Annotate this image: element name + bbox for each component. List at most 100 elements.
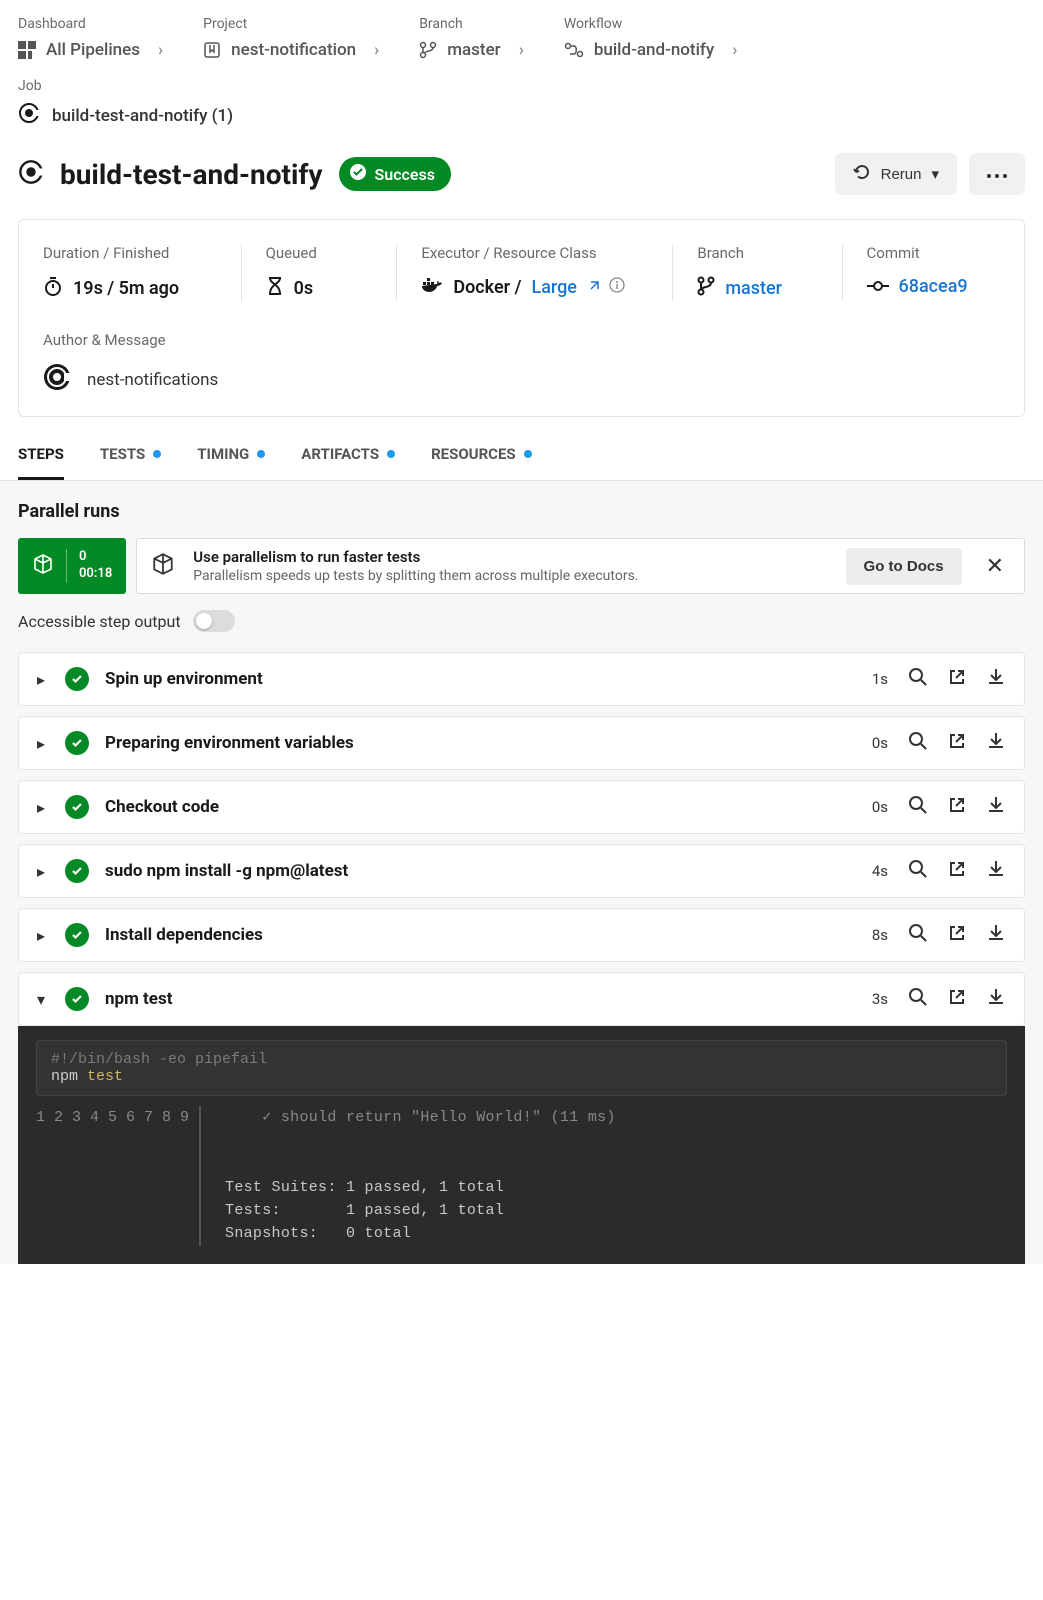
tab-tests[interactable]: TESTS xyxy=(100,445,161,480)
chevron-right-icon: ▸ xyxy=(37,798,49,817)
step-row[interactable]: ▸ Install dependencies 8s xyxy=(19,909,1024,961)
check-circle-icon xyxy=(65,859,89,883)
executor-value: Docker / xyxy=(453,277,521,298)
download-icon[interactable] xyxy=(986,923,1006,947)
queued-value: 0s xyxy=(294,278,314,299)
chevron-right-icon: ▸ xyxy=(37,862,49,881)
external-link-icon[interactable] xyxy=(948,796,966,818)
external-link-icon[interactable] xyxy=(948,924,966,946)
terminal-line-numbers: 1 2 3 4 5 6 7 8 9 xyxy=(36,1106,201,1246)
steps-list: ▸ Spin up environment 1s ▸ Preparing env… xyxy=(18,652,1025,1026)
external-link-icon[interactable] xyxy=(948,860,966,882)
more-button[interactable] xyxy=(969,153,1025,195)
step-row[interactable]: ▾ npm test 3s xyxy=(19,973,1024,1025)
terminal-output: ✓ should return "Hello World!" (11 ms) T… xyxy=(201,1106,616,1246)
step-name: Install dependencies xyxy=(105,925,856,945)
tip-title: Use parallelism to run faster tests xyxy=(193,548,827,566)
breadcrumb-branch[interactable]: master › xyxy=(419,40,524,60)
step-card: ▸ Preparing environment variables 0s xyxy=(18,716,1025,770)
check-circle-icon xyxy=(65,667,89,691)
indicator-dot-icon xyxy=(524,450,532,458)
job-status-icon xyxy=(18,159,44,189)
stopwatch-icon xyxy=(43,276,63,301)
breadcrumb-workflow[interactable]: build-and-notify › xyxy=(564,40,738,60)
step-row[interactable]: ▸ Spin up environment 1s xyxy=(19,653,1024,705)
tab-steps[interactable]: STEPS xyxy=(18,445,64,480)
close-icon: ✕ xyxy=(986,553,1004,578)
external-link-icon[interactable] xyxy=(948,732,966,754)
check-circle-icon xyxy=(65,731,89,755)
parallel-run-badge[interactable]: 0 00:18 xyxy=(18,538,126,594)
search-icon[interactable] xyxy=(908,987,928,1011)
download-icon[interactable] xyxy=(986,859,1006,883)
breadcrumb-label-project: Project xyxy=(203,16,379,32)
job-status-icon xyxy=(18,102,40,129)
indicator-dot-icon xyxy=(153,450,161,458)
download-icon[interactable] xyxy=(986,987,1006,1011)
external-link-icon[interactable] xyxy=(948,668,966,690)
tab-timing[interactable]: TIMING xyxy=(197,445,265,480)
step-card: ▸ Spin up environment 1s xyxy=(18,652,1025,706)
queued-label: Queued xyxy=(266,244,373,262)
external-link-icon[interactable] xyxy=(948,988,966,1010)
author-label: Author & Message xyxy=(43,331,1000,349)
search-icon[interactable] xyxy=(908,859,928,883)
job-name-line: build-test-and-notify (1) xyxy=(18,102,1025,129)
resource-class-link[interactable]: Large xyxy=(531,277,576,298)
step-row[interactable]: ▸ sudo npm install -g npm@latest 4s xyxy=(19,845,1024,897)
chevron-right-icon: ▸ xyxy=(37,734,49,753)
commit-link[interactable]: 68acea9 xyxy=(899,276,968,297)
search-icon[interactable] xyxy=(908,731,928,755)
refresh-icon xyxy=(853,163,871,185)
job-summary: Duration / Finished 19s / 5m ago Queued … xyxy=(18,219,1025,417)
step-duration: 0s xyxy=(872,734,888,752)
chevron-right-icon: ▸ xyxy=(37,926,49,945)
chevron-right-icon: › xyxy=(374,40,379,60)
step-row[interactable]: ▸ Checkout code 0s xyxy=(19,781,1024,833)
author-value: nest-notifications xyxy=(87,370,218,390)
step-card: ▾ npm test 3s xyxy=(18,972,1025,1026)
check-circle-icon xyxy=(65,987,89,1011)
rerun-button[interactable]: Rerun ▾ xyxy=(835,153,957,195)
chevron-right-icon: ▸ xyxy=(37,670,49,689)
tip-subtitle: Parallelism speeds up tests by splitting… xyxy=(193,568,827,584)
hourglass-icon xyxy=(266,276,284,301)
grid-icon xyxy=(18,41,36,59)
chevron-right-icon: › xyxy=(519,40,524,60)
branch-link[interactable]: master xyxy=(725,278,782,299)
cube-icon xyxy=(151,552,175,580)
breadcrumb-project[interactable]: nest-notification › xyxy=(203,40,379,60)
breadcrumb-label-dashboard: Dashboard xyxy=(18,16,163,32)
download-icon[interactable] xyxy=(986,731,1006,755)
tab-resources[interactable]: RESOURCES xyxy=(431,445,532,480)
caret-down-icon: ▾ xyxy=(931,165,939,183)
download-icon[interactable] xyxy=(986,795,1006,819)
go-to-docs-button[interactable]: Go to Docs xyxy=(846,548,962,585)
check-circle-icon xyxy=(65,795,89,819)
chevron-right-icon: › xyxy=(158,40,163,60)
step-name: Spin up environment xyxy=(105,669,856,689)
parallel-runs-title: Parallel runs xyxy=(18,501,1025,522)
accessible-output-toggle[interactable] xyxy=(193,610,235,632)
step-duration: 3s xyxy=(872,990,888,1008)
step-name: Checkout code xyxy=(105,797,856,817)
executor-label: Executor / Resource Class xyxy=(421,244,648,262)
search-icon[interactable] xyxy=(908,667,928,691)
branch-icon xyxy=(419,41,437,59)
duration-label: Duration / Finished xyxy=(43,244,217,262)
step-row[interactable]: ▸ Preparing environment variables 0s xyxy=(19,717,1024,769)
step-name: npm test xyxy=(105,989,856,1009)
close-tip-button[interactable]: ✕ xyxy=(980,547,1010,585)
download-icon[interactable] xyxy=(986,667,1006,691)
docker-icon xyxy=(421,276,443,299)
search-icon[interactable] xyxy=(908,923,928,947)
breadcrumb-label-branch: Branch xyxy=(419,16,524,32)
breadcrumb-dashboard[interactable]: All Pipelines › xyxy=(18,40,163,60)
info-icon[interactable] xyxy=(609,277,625,298)
breadcrumbs: Dashboard All Pipelines › Project nest-n… xyxy=(0,0,1043,68)
terminal-command: #!/bin/bash -eo pipefail npm test xyxy=(36,1040,1007,1096)
search-icon[interactable] xyxy=(908,795,928,819)
cube-icon xyxy=(32,553,54,579)
check-circle-icon xyxy=(349,163,367,185)
tab-artifacts[interactable]: ARTIFACTS xyxy=(301,445,395,480)
